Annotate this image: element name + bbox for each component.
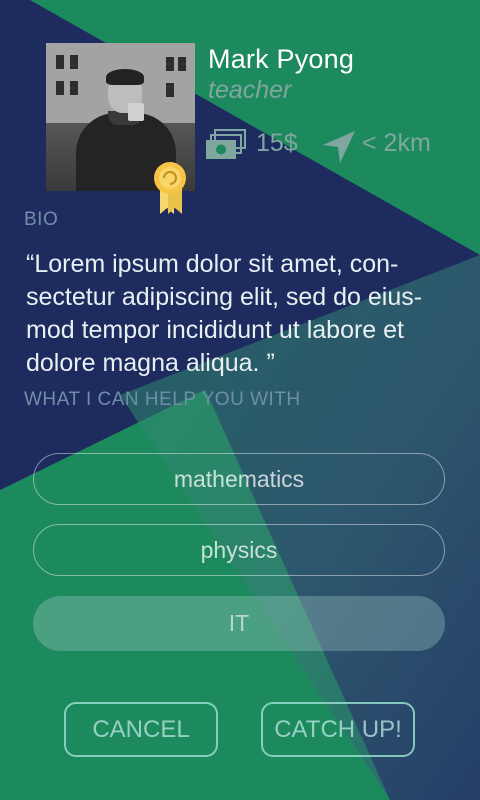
- subject-mathematics-button[interactable]: mathematics: [33, 453, 445, 505]
- profile-role: teacher: [208, 76, 292, 104]
- award-badge-icon: [154, 162, 186, 214]
- bio-line: “Lorem ipsum dolor sit amet, con-: [26, 250, 399, 278]
- bio-line: sectetur adipiscing elit, sed do eius-: [26, 283, 423, 311]
- price-label: 15$: [256, 129, 298, 157]
- help-heading: WHAT I CAN HELP YOU WITH: [24, 389, 301, 410]
- bio-line: dolore magna aliqua. ”: [26, 349, 275, 377]
- subject-physics-button[interactable]: physics: [33, 524, 445, 576]
- profile-name: Mark Pyong: [208, 44, 355, 74]
- bio-text: “Lorem ipsum dolor sit amet, con- sectet…: [26, 248, 466, 380]
- bio-line: mod tempor incididunt ut labore et: [26, 316, 404, 344]
- money-icon: [206, 129, 246, 159]
- distance-label: < 2km: [362, 129, 431, 157]
- bio-heading: BIO: [24, 209, 59, 230]
- cancel-button[interactable]: CANCEL: [64, 702, 218, 757]
- subject-it-button[interactable]: IT: [33, 596, 445, 651]
- navigation-icon: [323, 131, 355, 163]
- catch-up-button[interactable]: CATCH UP!: [261, 702, 415, 757]
